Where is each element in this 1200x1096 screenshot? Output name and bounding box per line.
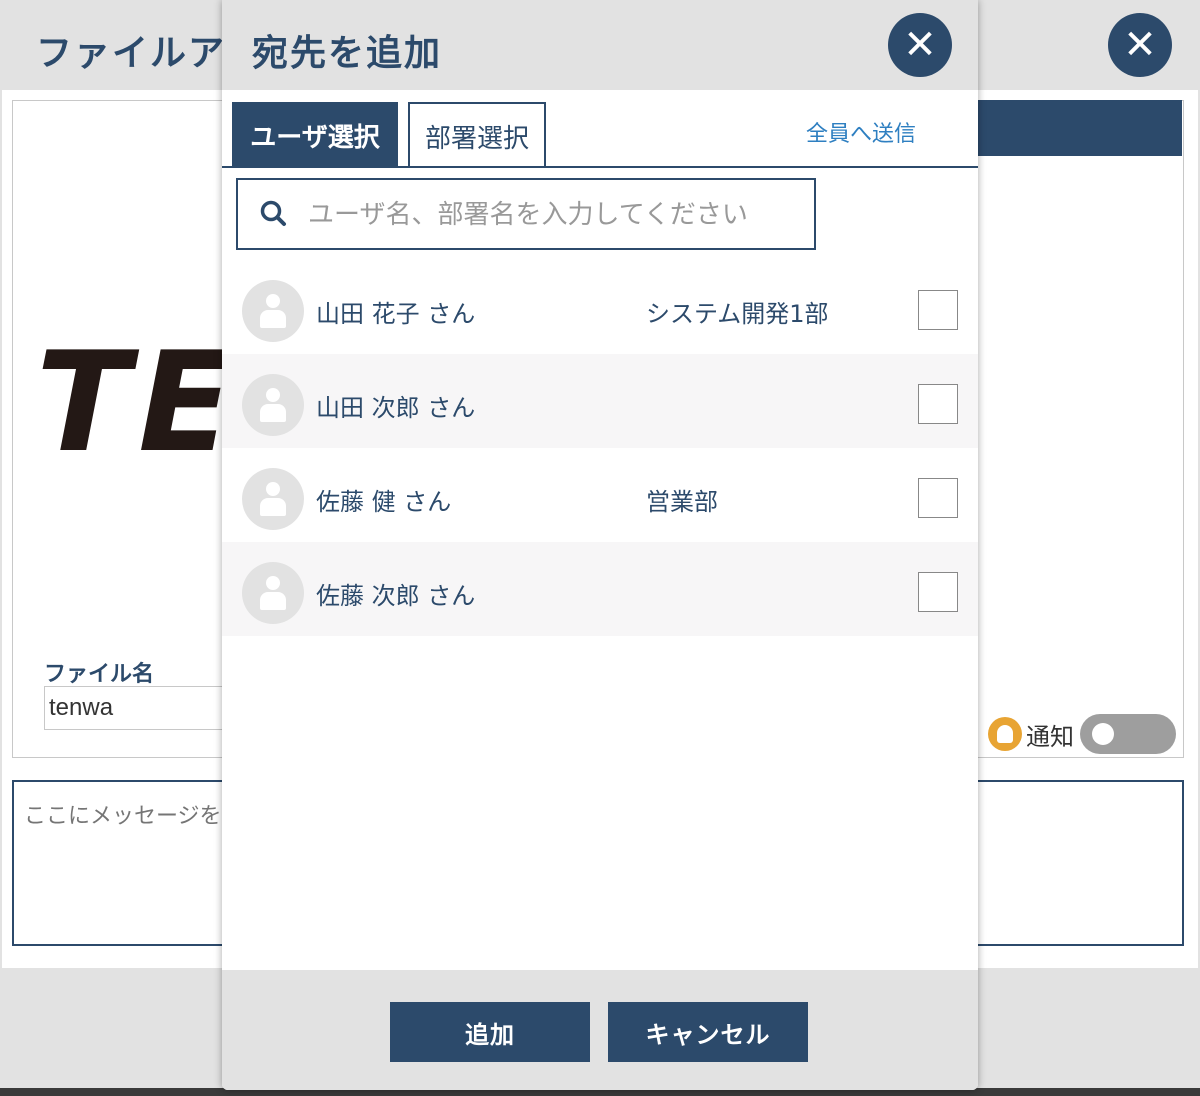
list-item: 山田 次郎 さん xyxy=(222,354,978,448)
user-checkbox[interactable] xyxy=(918,384,958,424)
modal-header: 宛先を追加 ✕ xyxy=(222,0,978,90)
background-tab-bar xyxy=(975,100,1182,156)
avatar xyxy=(242,468,304,530)
list-item: 山田 花子 さん システム開発1部 xyxy=(222,260,978,354)
user-name: 山田 次郎 さん xyxy=(316,394,476,422)
tab-department-select[interactable]: 部署選択 xyxy=(408,102,546,168)
add-button[interactable]: 追加 xyxy=(390,1002,590,1062)
search-icon xyxy=(260,200,286,226)
avatar xyxy=(242,374,304,436)
tab-user-select[interactable]: ユーザ選択 xyxy=(232,102,398,168)
tab-divider xyxy=(222,166,978,168)
notify-control: 通知 xyxy=(988,714,1176,754)
avatar xyxy=(242,562,304,624)
avatar xyxy=(242,280,304,342)
list-item: 佐藤 次郎 さん xyxy=(222,542,978,636)
filename-field[interactable] xyxy=(44,686,244,730)
notify-toggle[interactable] xyxy=(1080,714,1176,754)
filename-label: ファイル名 xyxy=(44,662,155,687)
add-recipient-modal: 宛先を追加 ✕ ユーザ選択 部署選択 全員へ送信 山田 花子 さん システム開発… xyxy=(222,0,978,1090)
user-checkbox[interactable] xyxy=(918,478,958,518)
modal-close-button[interactable]: ✕ xyxy=(888,13,952,77)
search-box xyxy=(236,178,816,250)
file-preview-logo: TE xyxy=(36,322,241,483)
user-department: 営業部 xyxy=(646,488,718,516)
cancel-button[interactable]: キャンセル xyxy=(608,1002,808,1062)
modal-footer: 追加 キャンセル xyxy=(222,970,978,1090)
user-name: 佐藤 健 さん xyxy=(316,488,452,516)
notify-label: 通知 xyxy=(1026,722,1074,751)
background-dialog-title: ファイルア xyxy=(36,33,227,74)
user-checkbox[interactable] xyxy=(918,572,958,612)
background-close-button[interactable]: ✕ xyxy=(1108,13,1172,77)
user-department: システム開発1部 xyxy=(646,300,829,328)
user-checkbox[interactable] xyxy=(918,290,958,330)
user-name: 山田 花子 さん xyxy=(316,300,476,328)
list-item: 佐藤 健 さん 営業部 xyxy=(222,448,978,542)
send-all-link[interactable]: 全員へ送信 xyxy=(806,116,916,148)
user-name: 佐藤 次郎 さん xyxy=(316,582,476,610)
modal-title: 宛先を追加 xyxy=(252,33,443,74)
bell-icon xyxy=(988,717,1022,751)
search-input[interactable] xyxy=(306,190,810,240)
user-list: 山田 花子 さん システム開発1部 山田 次郎 さん 佐藤 健 さん 営業部 佐… xyxy=(222,260,978,636)
